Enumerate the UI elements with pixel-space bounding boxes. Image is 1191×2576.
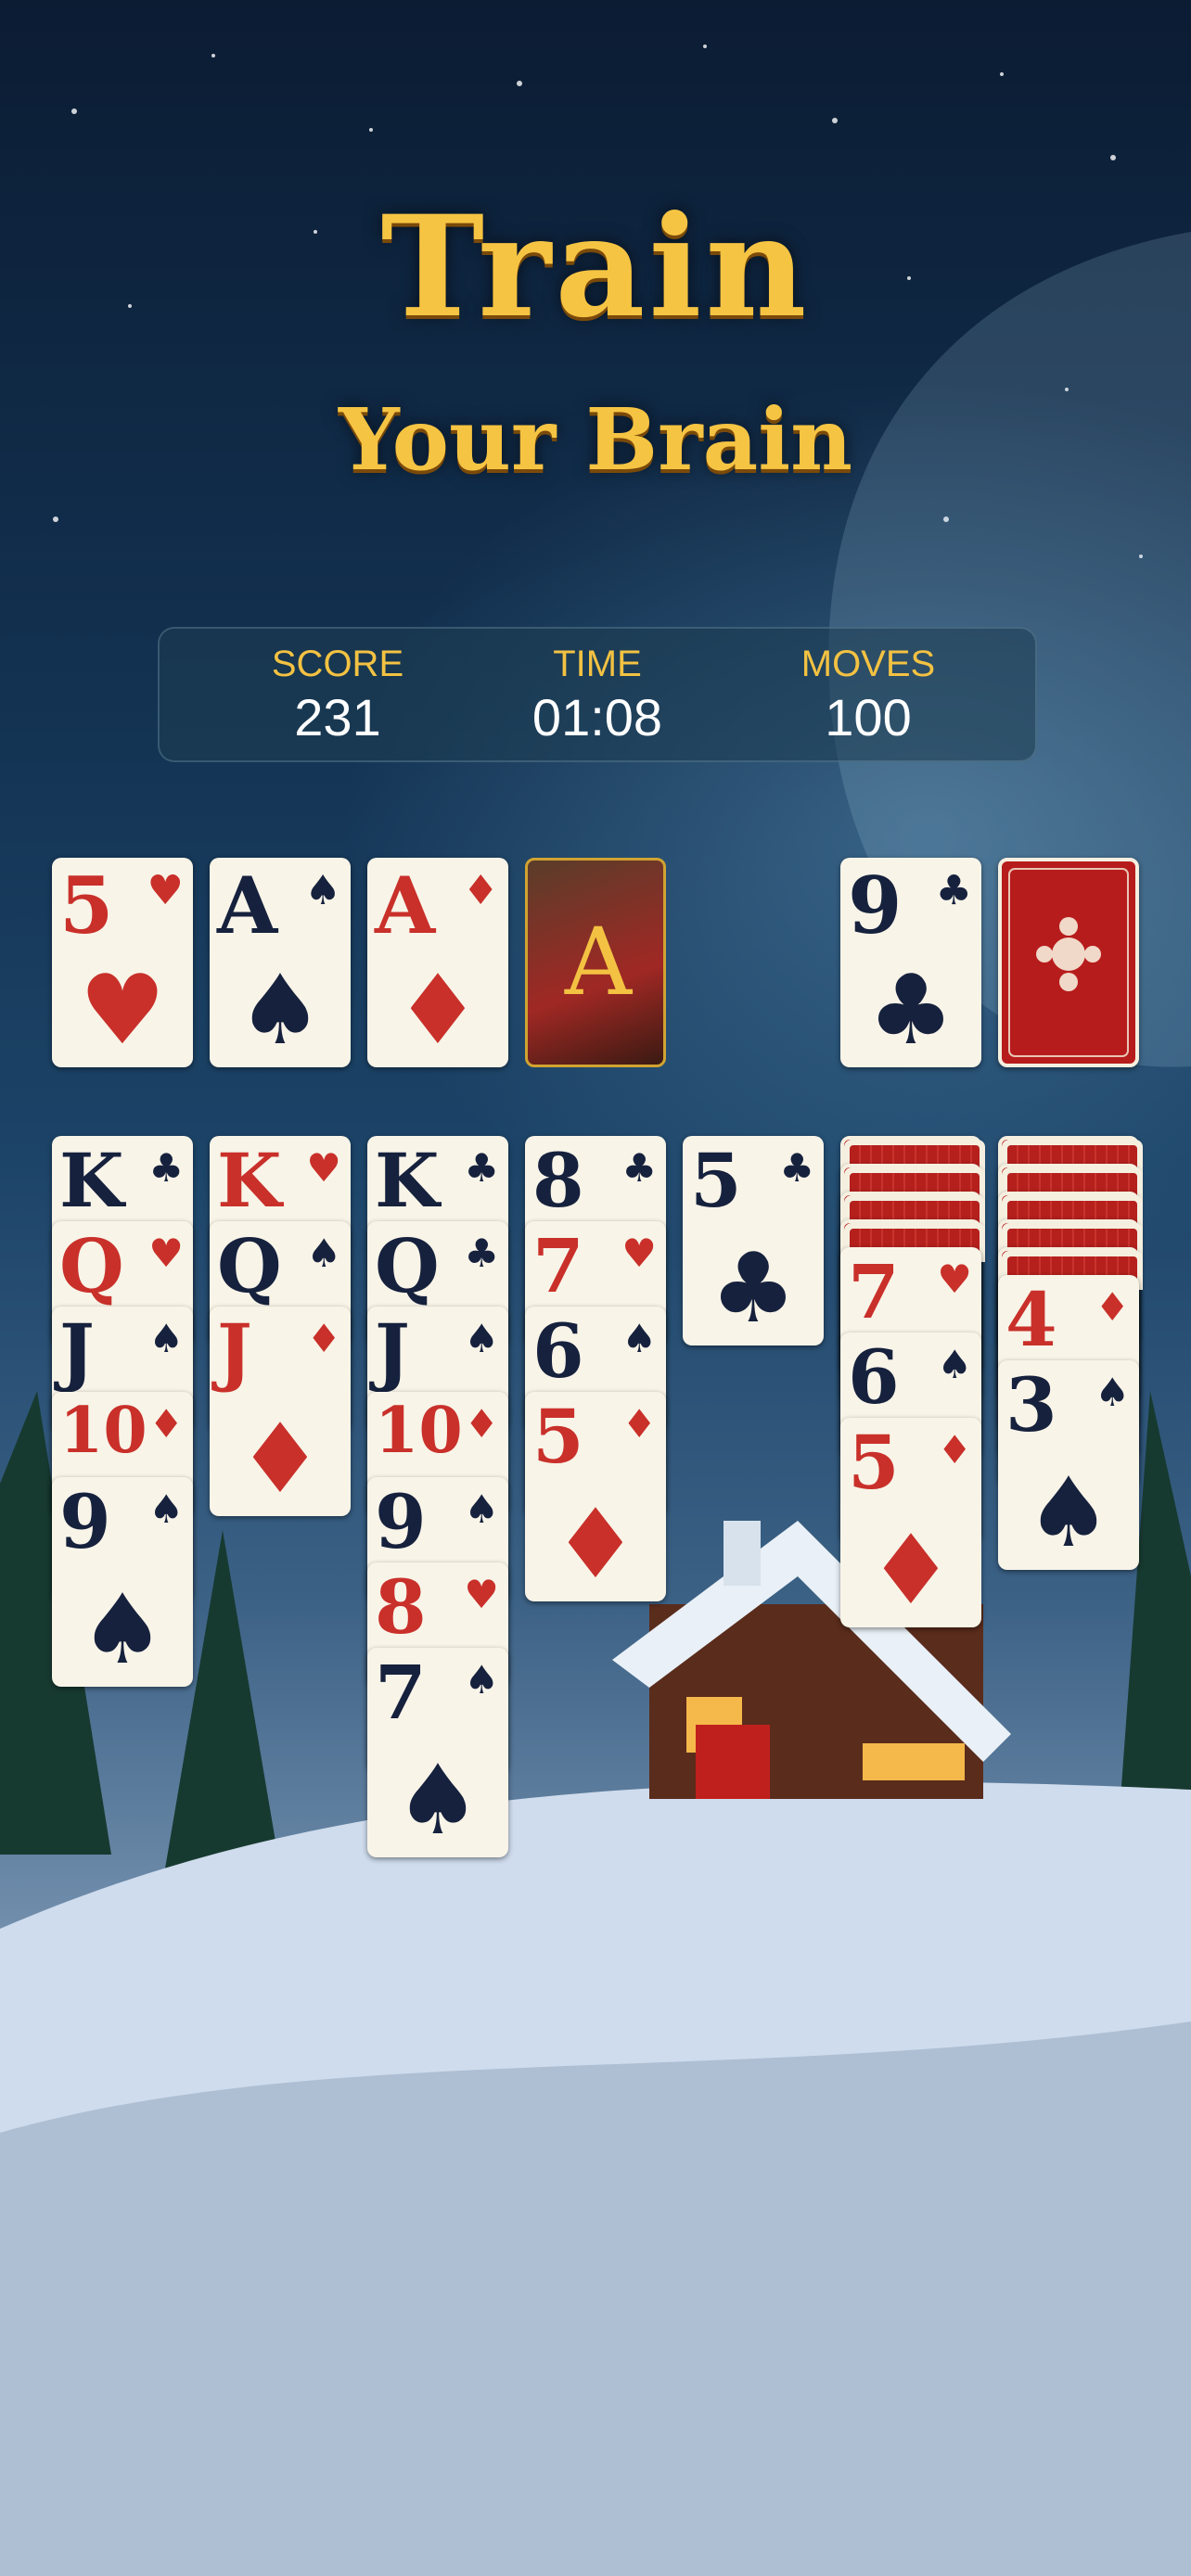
card-rank: Q bbox=[217, 1222, 282, 1309]
spade-icon: ♠ bbox=[148, 1486, 184, 1532]
card-rank: 7 bbox=[532, 1222, 584, 1309]
diamond-icon: ♦ bbox=[148, 1401, 184, 1447]
card-rank: 5 bbox=[690, 1137, 742, 1224]
diamond-icon: ♦ bbox=[237, 1402, 324, 1515]
score-label: SCORE bbox=[271, 644, 404, 684]
tableau-card[interactable]: 5 ♣ ♣ bbox=[683, 1136, 824, 1345]
heart-icon: ♥ bbox=[306, 1145, 341, 1191]
heart-icon: ♥ bbox=[937, 1256, 972, 1302]
tableau-card[interactable]: 5 ♦ ♦ bbox=[840, 1418, 981, 1627]
club-icon: ♣ bbox=[867, 953, 954, 1066]
card-rank: 6 bbox=[848, 1333, 900, 1421]
time-value: 01:08 bbox=[531, 688, 663, 746]
card-rank: Q bbox=[375, 1222, 440, 1309]
diamond-icon: ♦ bbox=[621, 1401, 657, 1447]
foundation-hearts[interactable]: 5 ♥ ♥ bbox=[52, 858, 193, 1067]
card-rank: 8 bbox=[375, 1563, 427, 1651]
card-rank: 10 bbox=[59, 1394, 147, 1468]
card-rank: 5 bbox=[59, 860, 114, 951]
spade-icon: ♠ bbox=[237, 953, 324, 1066]
headline-your-brain: Your Brain bbox=[338, 389, 853, 490]
heart-icon: ♥ bbox=[79, 953, 166, 1066]
tableau-card[interactable]: 3 ♠ ♠ bbox=[998, 1360, 1139, 1570]
spade-icon: ♠ bbox=[464, 1486, 499, 1532]
card-rank: 8 bbox=[532, 1137, 584, 1224]
diamond-icon: ♦ bbox=[1095, 1284, 1130, 1330]
heart-icon: ♥ bbox=[464, 1572, 499, 1617]
card-rank: K bbox=[375, 1137, 440, 1224]
foundation-spades[interactable]: A ♠ ♠ bbox=[210, 858, 351, 1067]
card-rank: 3 bbox=[1005, 1361, 1057, 1448]
card-rank: J bbox=[375, 1307, 410, 1395]
moves-label: MOVES bbox=[800, 644, 936, 684]
diamond-icon: ♦ bbox=[552, 1487, 639, 1600]
card-rank: 9 bbox=[848, 860, 903, 951]
spade-icon: ♠ bbox=[79, 1573, 166, 1686]
card-rank: 9 bbox=[375, 1478, 427, 1565]
heart-icon: ♥ bbox=[148, 1231, 184, 1276]
card-rank: J bbox=[217, 1307, 252, 1395]
card-rank: J bbox=[59, 1307, 95, 1395]
diamond-icon: ♦ bbox=[464, 1401, 499, 1447]
waste-pile-card[interactable]: 9 ♣ ♣ bbox=[840, 858, 981, 1067]
spade-icon: ♠ bbox=[464, 1657, 499, 1702]
card-rank: A bbox=[217, 860, 278, 951]
card-rank: K bbox=[217, 1137, 282, 1224]
club-icon: ♣ bbox=[710, 1231, 797, 1345]
heart-icon: ♥ bbox=[621, 1231, 657, 1276]
spade-icon: ♠ bbox=[394, 1743, 481, 1856]
card-rank: 6 bbox=[532, 1307, 584, 1395]
spade-icon: ♠ bbox=[621, 1316, 657, 1361]
club-icon: ♣ bbox=[464, 1145, 499, 1191]
ornament-icon bbox=[1008, 868, 1129, 1057]
card-rank: 5 bbox=[532, 1393, 584, 1480]
diamond-icon: ♦ bbox=[937, 1427, 972, 1473]
spade-icon: ♠ bbox=[464, 1316, 499, 1361]
foundation-empty-ace-slot[interactable]: A bbox=[525, 858, 666, 1067]
spade-icon: ♠ bbox=[306, 1231, 341, 1276]
spade-icon: ♠ bbox=[937, 1342, 972, 1387]
card-rank: 5 bbox=[848, 1419, 900, 1506]
club-icon: ♣ bbox=[779, 1145, 814, 1191]
card-rank: Q bbox=[59, 1222, 124, 1309]
diamond-icon: ♦ bbox=[306, 1316, 341, 1361]
diamond-icon: ♦ bbox=[867, 1513, 954, 1626]
ace-placeholder-label: A bbox=[564, 908, 633, 1016]
tableau-card[interactable]: 5 ♦ ♦ bbox=[525, 1392, 666, 1601]
card-rank: 7 bbox=[848, 1248, 900, 1335]
club-icon: ♣ bbox=[464, 1231, 499, 1276]
time-stat: TIME 01:08 bbox=[458, 644, 736, 747]
headline-train: Train bbox=[380, 185, 811, 349]
time-label: TIME bbox=[553, 644, 642, 684]
tableau-card[interactable]: J ♦ ♦ bbox=[210, 1307, 351, 1516]
card-rank: 7 bbox=[375, 1649, 427, 1736]
diamond-icon: ♦ bbox=[462, 867, 499, 914]
score-value: 231 bbox=[294, 688, 381, 746]
spade-icon: ♠ bbox=[1025, 1456, 1112, 1569]
moves-value: 100 bbox=[825, 688, 912, 746]
heart-icon: ♥ bbox=[147, 867, 184, 914]
spade-icon: ♠ bbox=[148, 1316, 184, 1361]
score-stat: SCORE 231 bbox=[198, 644, 477, 747]
card-rank: 9 bbox=[59, 1478, 111, 1565]
card-rank: 10 bbox=[375, 1394, 463, 1468]
spade-icon: ♠ bbox=[1095, 1370, 1130, 1415]
club-icon: ♣ bbox=[148, 1145, 184, 1191]
club-icon: ♣ bbox=[621, 1145, 657, 1191]
spade-icon: ♠ bbox=[304, 867, 341, 914]
card-rank: 4 bbox=[1005, 1276, 1057, 1363]
tableau-card[interactable]: 7 ♠ ♠ bbox=[367, 1648, 508, 1857]
score-panel: SCORE 231 TIME 01:08 MOVES 100 bbox=[158, 627, 1037, 762]
foundation-diamonds[interactable]: A ♦ ♦ bbox=[367, 858, 508, 1067]
moves-stat: MOVES 100 bbox=[729, 644, 1007, 747]
club-icon: ♣ bbox=[935, 867, 972, 914]
diamond-icon: ♦ bbox=[394, 953, 481, 1066]
stock-pile[interactable] bbox=[998, 858, 1139, 1067]
card-rank: A bbox=[375, 860, 436, 951]
tableau-card[interactable]: 9 ♠ ♠ bbox=[52, 1477, 193, 1687]
card-rank: K bbox=[59, 1137, 124, 1224]
